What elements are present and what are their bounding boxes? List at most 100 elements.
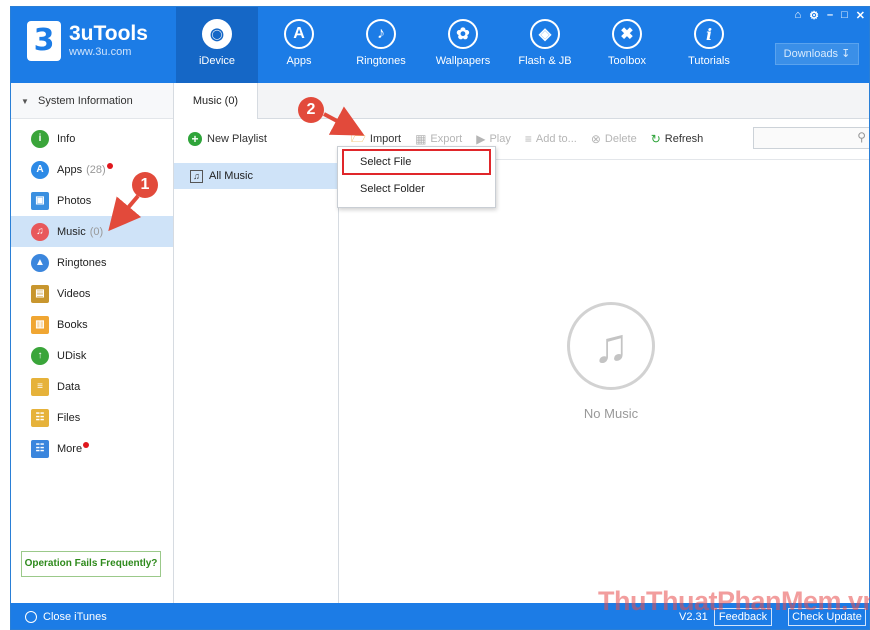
music-note-icon: ♫ [567, 302, 655, 390]
nav-tutorials[interactable]: i Tutorials [668, 7, 750, 83]
nav-label: Tutorials [688, 55, 730, 67]
app-title: 3uTools [69, 22, 148, 45]
tab-bar: Music (0) [174, 83, 869, 119]
maximize-icon[interactable]: □ [841, 9, 848, 22]
download-icon: ↧ [841, 48, 851, 60]
close-itunes-label: Close iTunes [43, 611, 107, 623]
close-icon[interactable]: ✕ [856, 9, 865, 22]
music-icon: ♫ [31, 222, 49, 241]
sidebar-item-info[interactable]: i Info [11, 123, 173, 154]
export-label: Export [430, 133, 463, 145]
sidebar-item-label: Files [57, 411, 81, 424]
apple-icon: ◉ [202, 19, 232, 49]
tab-music[interactable]: Music (0) [174, 83, 258, 119]
sidebar-item-files[interactable]: ☷ Files [11, 402, 173, 433]
app-url: www.3u.com [69, 46, 132, 58]
feedback-button[interactable]: Feedback [714, 608, 772, 626]
sidebar-item-label: Apps [57, 163, 83, 176]
add-list-icon: ≡ [524, 132, 532, 146]
search-input[interactable]: ⚲ [753, 127, 869, 149]
usb-icon: ↑ [31, 346, 49, 365]
sidebar-item-label: Photos [57, 194, 92, 207]
more-icon: ☷ [31, 439, 49, 458]
gear-icon[interactable]: ⚙ [809, 9, 819, 22]
playlist-all-music[interactable]: ♫ All Music [174, 163, 338, 189]
nav-idevice[interactable]: ◉ iDevice [176, 7, 258, 83]
nav-label: iDevice [198, 55, 236, 67]
sidebar-item-label: Music [57, 225, 86, 238]
main-nav: ◉ iDevice A Apps ♪ Ringtones ✿ Wallpaper… [176, 7, 750, 83]
files-icon: ☷ [31, 408, 49, 427]
play-button[interactable]: ▶ Play [476, 132, 511, 146]
triangle-down-icon: ▼ [21, 97, 29, 106]
nav-label: Ringtones [356, 55, 406, 67]
nav-toolbox[interactable]: ✖ Toolbox [586, 7, 668, 83]
select-file-option[interactable]: Select File [342, 149, 491, 175]
apps-count: (28) [86, 163, 106, 176]
system-info-header[interactable]: ▼ System Information [11, 83, 173, 119]
sidebar-item-music[interactable]: ♫ Music (0) [11, 216, 173, 247]
play-icon: ▶ [476, 132, 486, 146]
flower-icon: ✿ [448, 19, 478, 49]
play-label: Play [489, 133, 511, 145]
sidebar-item-videos[interactable]: ▤ Videos [11, 278, 173, 309]
app-store-icon: A [284, 19, 314, 49]
sidebar-item-label: Ringtones [57, 256, 107, 269]
operation-fails-button[interactable]: Operation Fails Frequently? [21, 551, 161, 577]
nav-label: Wallpapers [435, 55, 491, 67]
sidebar-item-label: Data [57, 380, 81, 393]
sidebar-item-udisk[interactable]: ↑ UDisk [11, 340, 173, 371]
info-icon: i [31, 129, 49, 148]
notification-dot [83, 441, 90, 448]
sidebar-item-label: Info [57, 132, 76, 145]
check-update-button[interactable]: Check Update [788, 608, 866, 626]
sidebar-item-label: UDisk [57, 349, 87, 362]
select-folder-option[interactable]: Select Folder [338, 175, 495, 203]
logo: 3 3uTools www.3u.com [27, 21, 148, 61]
nav-ringtones[interactable]: ♪ Ringtones [340, 7, 422, 83]
sidebar: ▼ System Information i Info A Apps (28) … [11, 83, 174, 603]
sidebar-item-more[interactable]: ☷ More [11, 433, 173, 464]
video-icon: ▤ [31, 284, 49, 303]
downloads-label: Downloads [783, 48, 839, 60]
nav-wallpapers[interactable]: ✿ Wallpapers [422, 7, 504, 83]
sidebar-item-ringtones[interactable]: ▲ Ringtones [11, 247, 173, 278]
step-2-badge: 2 [298, 97, 324, 123]
nav-apps[interactable]: A Apps [258, 7, 340, 83]
new-playlist-button[interactable]: + New Playlist [174, 119, 339, 159]
refresh-button[interactable]: ↻ Refresh [651, 132, 704, 146]
circle-icon [25, 611, 37, 623]
sidebar-item-label: More [57, 442, 83, 455]
book-icon: ▥ [31, 315, 49, 334]
no-music-text: No Music [583, 406, 639, 421]
export-button[interactable]: ▦ Export [415, 132, 462, 146]
sidebar-list: i Info A Apps (28) ▣ Photos ♫ Music (0) … [11, 119, 173, 464]
sidebar-item-label: Videos [57, 287, 91, 300]
version-label: V2.31 [679, 611, 708, 623]
bell-icon: ♪ [366, 19, 396, 49]
import-label: Import [369, 133, 402, 145]
sidebar-item-books[interactable]: ▥ Books [11, 309, 173, 340]
apps-icon: A [31, 160, 49, 179]
plus-icon: + [188, 132, 202, 146]
nav-label: Toolbox [608, 55, 646, 67]
sidebar-item-data[interactable]: ≡ Data [11, 371, 173, 402]
sidebar-item-label: Books [57, 318, 88, 331]
nav-label: Apps [286, 55, 312, 67]
music-count: (0) [89, 225, 104, 238]
music-content: ♫ No Music [340, 159, 869, 603]
add-to-button[interactable]: ≡ Add to... [525, 132, 577, 146]
delete-label: Delete [604, 133, 637, 145]
nav-label: Flash & JB [518, 55, 572, 67]
downloads-button[interactable]: Downloads ↧ [775, 43, 859, 65]
minimize-icon[interactable]: – [827, 9, 833, 22]
logo-mark: 3 [27, 21, 61, 61]
close-itunes-button[interactable]: Close iTunes [25, 603, 107, 629]
refresh-label: Refresh [664, 133, 704, 145]
delete-icon: ⊗ [590, 132, 601, 146]
app-window: 3 3uTools www.3u.com ◉ iDevice A Apps ♪ … [10, 6, 870, 630]
shirt-icon[interactable]: ⌂ [794, 9, 801, 22]
delete-button[interactable]: ⊗ Delete [591, 132, 637, 146]
step-1-badge: 1 [132, 172, 158, 198]
nav-flash-jb[interactable]: ◈ Flash & JB [504, 7, 586, 83]
